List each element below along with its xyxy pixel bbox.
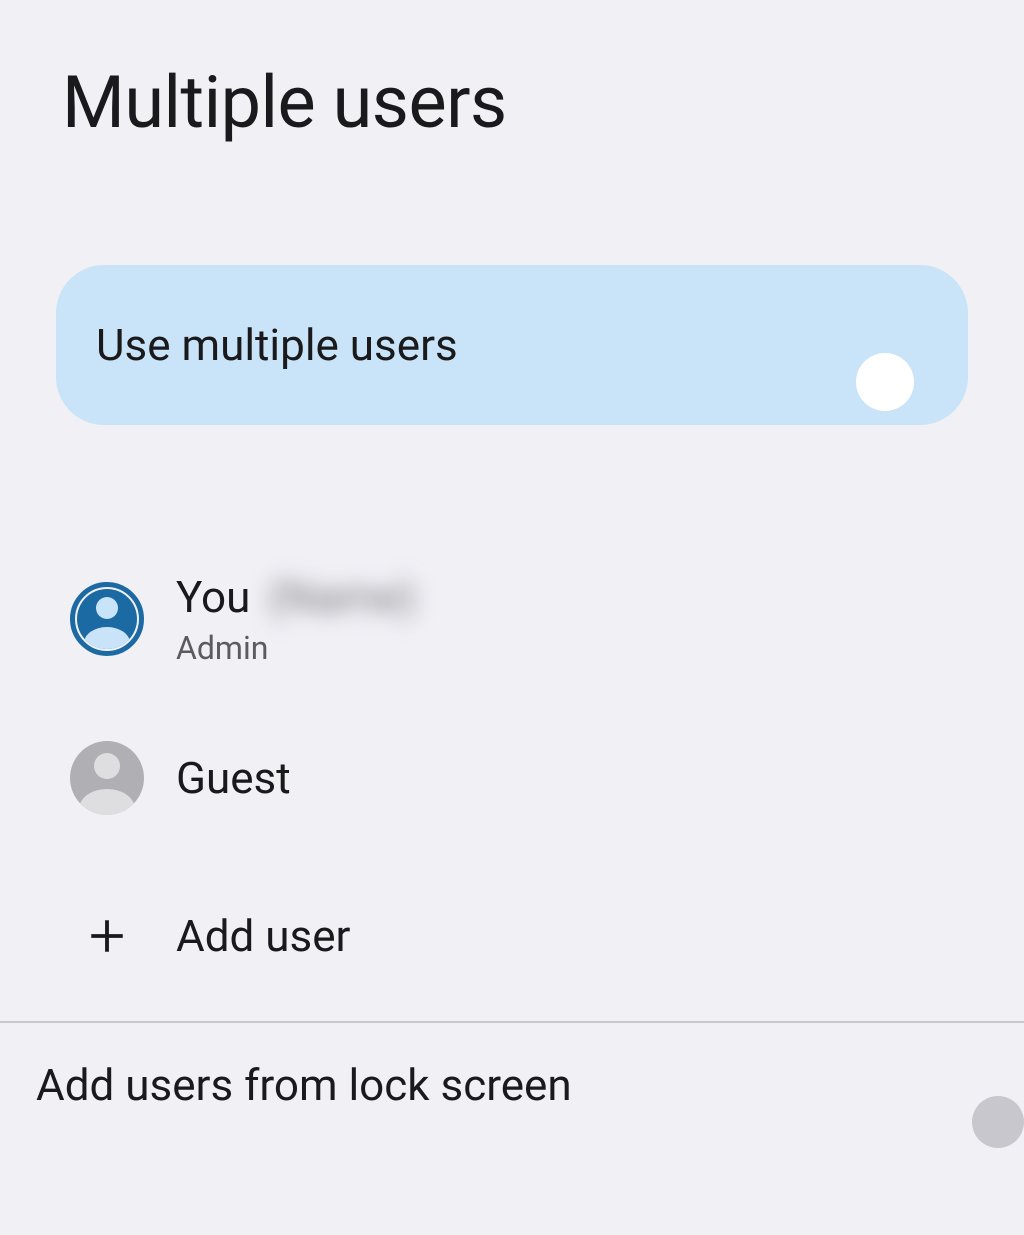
add-user-button[interactable]: Add user xyxy=(70,847,1024,1021)
user-name-prefix: You xyxy=(176,571,250,623)
user-name-redacted: (Name) xyxy=(268,571,416,623)
add-users-from-lock-screen-row[interactable]: Add users from lock screen xyxy=(0,1023,1024,1147)
use-multiple-users-card[interactable]: Use multiple users xyxy=(56,265,968,425)
add-user-label: Add user xyxy=(176,910,350,962)
user-row-guest[interactable]: Guest xyxy=(70,709,1024,847)
user-row-you[interactable]: You (Name) Admin xyxy=(70,555,1024,709)
users-list: You (Name) Admin Guest Add user xyxy=(0,555,1024,1021)
avatar-icon xyxy=(70,582,144,656)
user-label-block: Guest xyxy=(176,752,291,804)
avatar-icon xyxy=(70,741,144,815)
use-multiple-users-label: Use multiple users xyxy=(96,319,458,371)
user-label-block: You (Name) Admin xyxy=(176,571,416,667)
plus-icon xyxy=(70,899,144,973)
user-name: Guest xyxy=(176,752,291,804)
page-title: Multiple users xyxy=(0,0,1024,145)
add-users-from-lock-screen-label: Add users from lock screen xyxy=(36,1059,572,1111)
user-role: Admin xyxy=(176,629,416,667)
